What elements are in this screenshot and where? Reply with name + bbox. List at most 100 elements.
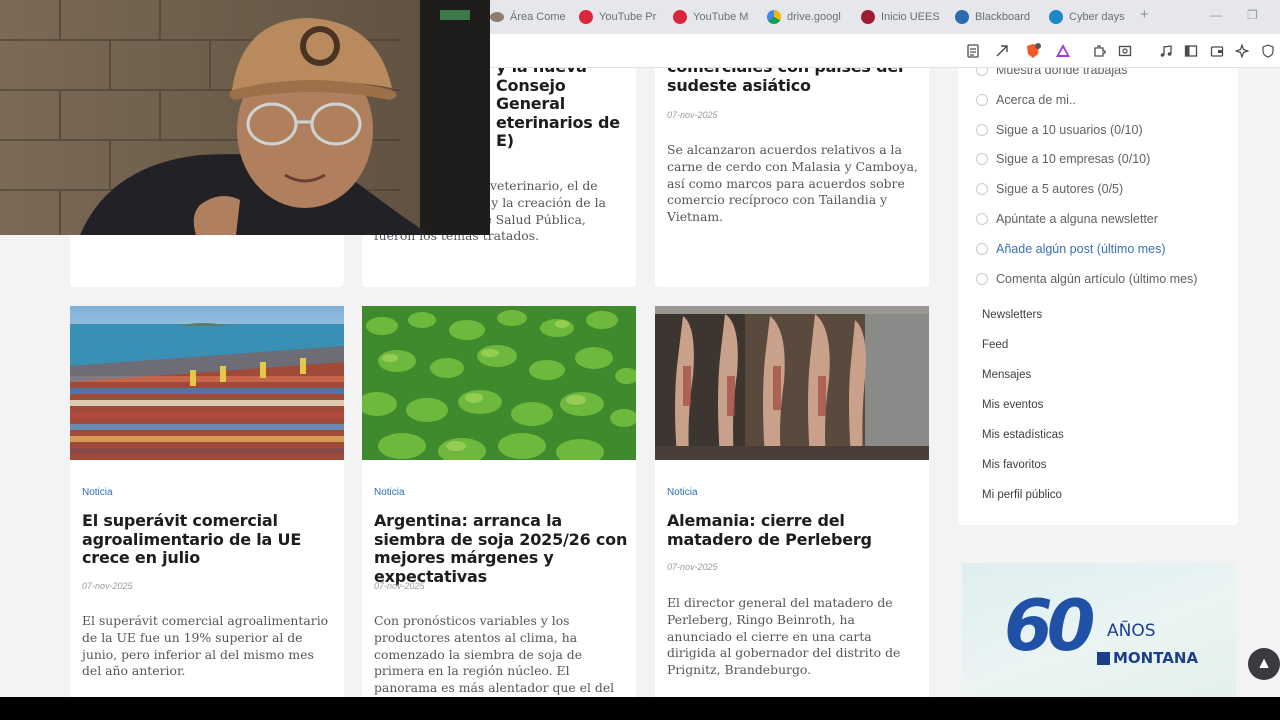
article-title[interactable]: El superávit comercial agroalimentario d… xyxy=(82,511,338,568)
new-tab-button[interactable]: + xyxy=(1140,6,1149,23)
article-card-1[interactable]: Noticia El superávit comercial agroalime… xyxy=(70,306,344,697)
browser-tab-7[interactable]: Cyber days xyxy=(1049,6,1133,28)
ad-brand-name: MONTANA xyxy=(1113,649,1199,667)
ad-number: 60 xyxy=(1004,585,1095,667)
category-tag[interactable]: Noticia xyxy=(82,487,113,498)
tab-title: Área Come xyxy=(510,11,566,23)
profile-tasks-sidebar: Muestra dónde trabajas Acerca de mi.. Si… xyxy=(958,68,1238,525)
category-tag[interactable]: Noticia xyxy=(374,487,405,498)
minimize-button[interactable]: — xyxy=(1210,8,1222,22)
restore-button[interactable]: ❐ xyxy=(1247,8,1258,22)
tab-title: Cyber days xyxy=(1069,11,1125,23)
slaughterhouse-image[interactable] xyxy=(655,306,929,460)
vpn-icon[interactable] xyxy=(1260,43,1276,59)
article-excerpt: El director general del matadero de Perl… xyxy=(667,595,901,678)
task-item[interactable]: Sigue a 10 empresas (0/10) xyxy=(976,152,1150,166)
webcam-overlay-image xyxy=(0,0,490,235)
task-item[interactable]: Acerca de mi.. xyxy=(976,93,1076,107)
uees-icon xyxy=(861,10,875,24)
browser-tab-3[interactable]: YouTube M xyxy=(673,6,757,28)
leo-ai-icon[interactable] xyxy=(1234,43,1250,59)
article-card-top-3[interactable]: comerciales con países del sudeste asiát… xyxy=(655,68,929,287)
article-excerpt: El superávit comercial agroalimentario d… xyxy=(82,613,329,679)
article-date: 07-nov-2025 xyxy=(374,581,425,591)
task-radio[interactable] xyxy=(976,153,988,165)
menu-mis-estadisticas[interactable]: Mis estadísticas xyxy=(982,429,1064,441)
article-title[interactable]: Argentina: arranca la siembra de soja 20… xyxy=(374,511,630,586)
tab-title: YouTube Pr xyxy=(599,11,657,23)
menu-mensajes[interactable]: Mensajes xyxy=(982,369,1031,381)
article-title[interactable]: comerciales con países del sudeste asiát… xyxy=(667,68,923,95)
task-item[interactable]: Sigue a 5 autores (0/5) xyxy=(976,182,1123,196)
sidebar-toggle-icon[interactable] xyxy=(1183,43,1199,59)
task-radio[interactable] xyxy=(976,183,988,195)
menu-mis-favoritos[interactable]: Mis favoritos xyxy=(982,459,1047,471)
task-radio[interactable] xyxy=(976,94,988,106)
montana-logo-icon xyxy=(1097,651,1110,665)
task-label: Comenta algún artículo (último mes) xyxy=(996,272,1198,286)
extensions-icon[interactable] xyxy=(1091,43,1107,59)
browser-tab-2[interactable]: YouTube Pr xyxy=(579,6,663,28)
task-item[interactable]: Muestra dónde trabajas xyxy=(976,68,1127,77)
port-containers-image[interactable] xyxy=(70,306,344,460)
task-radio[interactable] xyxy=(976,124,988,136)
browser-tab-5[interactable]: Inicio UEES xyxy=(861,6,945,28)
article-date: 07-nov-2025 xyxy=(667,562,718,572)
article-title[interactable]: Alemania: cierre del matadero de Perlebe… xyxy=(667,511,923,549)
brave-rewards-icon[interactable] xyxy=(1055,43,1071,59)
menu-mis-eventos[interactable]: Mis eventos xyxy=(982,399,1043,411)
browser-tab-1[interactable]: Área Come xyxy=(490,6,570,28)
ad-brand: MONTANA xyxy=(1097,649,1198,667)
article-card-3[interactable]: Noticia Alemania: cierre del matadero de… xyxy=(655,306,929,697)
task-label: Sigue a 10 usuarios (0/10) xyxy=(996,123,1143,137)
article-card-2[interactable]: Noticia Argentina: arranca la siembra de… xyxy=(362,306,636,697)
article-date: 07-nov-2025 xyxy=(82,581,133,591)
media-control-icon[interactable] xyxy=(1158,43,1174,59)
site-favicon-icon xyxy=(490,12,504,22)
task-item[interactable]: Añade algún post (último mes) xyxy=(976,242,1166,256)
category-tag[interactable]: Noticia xyxy=(667,487,698,498)
task-label: Añade algún post (último mes) xyxy=(996,242,1166,256)
task-radio[interactable] xyxy=(976,273,988,285)
browser-tab-6[interactable]: Blackboard xyxy=(955,6,1039,28)
task-item[interactable]: Apúntate a alguna newsletter xyxy=(976,212,1158,226)
tab-title: Inicio UEES xyxy=(881,11,940,23)
browser-tab-4[interactable]: drive.googl xyxy=(767,6,851,28)
task-label: Acerca de mi.. xyxy=(996,93,1076,107)
task-item[interactable]: Sigue a 10 usuarios (0/10) xyxy=(976,123,1143,137)
screenshot-icon[interactable] xyxy=(1117,43,1133,59)
tab-title: YouTube M xyxy=(693,11,749,23)
menu-newsletters[interactable]: Newsletters xyxy=(982,309,1042,321)
article-date: 07-nov-2025 xyxy=(667,110,718,120)
task-label: Sigue a 10 empresas (0/10) xyxy=(996,152,1151,166)
menu-feed[interactable]: Feed xyxy=(982,339,1008,351)
tab-title: drive.googl xyxy=(787,11,841,23)
youtube-music-icon xyxy=(673,10,687,24)
wallet-icon[interactable] xyxy=(1209,43,1225,59)
cyber-days-icon xyxy=(1049,10,1063,24)
youtube-icon xyxy=(579,10,593,24)
task-radio[interactable] xyxy=(976,213,988,225)
reader-mode-icon[interactable] xyxy=(965,43,981,59)
task-radio[interactable] xyxy=(976,243,988,255)
title-line: sudeste asiático xyxy=(667,75,811,95)
task-label: Sigue a 5 autores (0/5) xyxy=(996,182,1124,196)
screen: Área Come YouTube Pr YouTube M drive.goo… xyxy=(0,0,1280,720)
bottom-black-bar xyxy=(0,697,1280,720)
soybean-field-image[interactable] xyxy=(362,306,636,460)
task-radio[interactable] xyxy=(976,68,988,76)
scroll-to-top-button[interactable]: ▲ xyxy=(1248,648,1280,680)
google-drive-icon xyxy=(767,10,781,24)
task-label: Apúntate a alguna newsletter xyxy=(996,212,1158,226)
task-label: Muestra dónde trabajas xyxy=(996,68,1128,77)
ad-anos-label: AÑOS xyxy=(1107,621,1156,641)
brave-shields-icon[interactable] xyxy=(1025,43,1041,59)
article-excerpt: Se alcanzaron acuerdos relativos a la ca… xyxy=(667,142,918,225)
share-icon[interactable] xyxy=(994,43,1010,59)
menu-mi-perfil-publico[interactable]: Mi perfil público xyxy=(982,489,1062,501)
task-item[interactable]: Comenta algún artículo (último mes) xyxy=(976,272,1197,286)
blackboard-icon xyxy=(955,10,969,24)
montana-ad-banner[interactable]: 60 AÑOS MONTANA xyxy=(962,563,1236,697)
tab-title: Blackboard xyxy=(975,11,1031,23)
article-excerpt: Con pronósticos variables y los producto… xyxy=(374,613,615,697)
